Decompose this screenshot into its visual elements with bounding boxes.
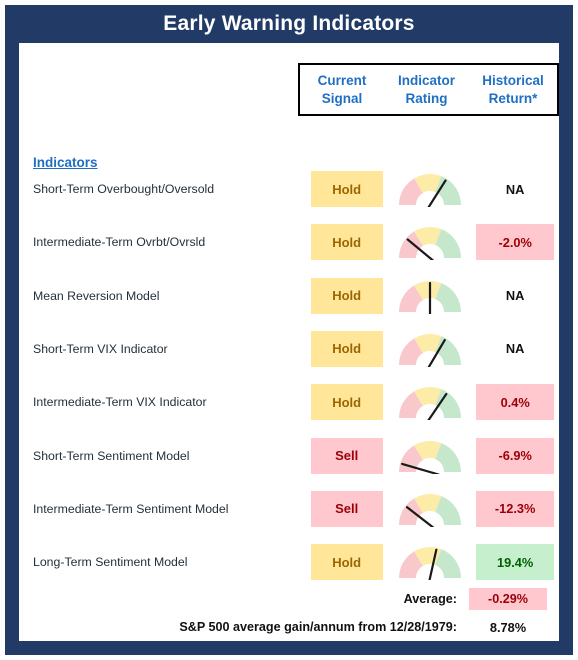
gauge-icon xyxy=(398,174,461,207)
indicator-rating-cell xyxy=(389,438,472,474)
indicator-name: Short-Term Sentiment Model xyxy=(33,448,190,463)
gauge-icon xyxy=(398,493,461,527)
column-header-indicator-rating: Indicator Rating xyxy=(384,65,469,114)
column-header-line1: Historical xyxy=(482,72,544,88)
historical-return-value: 0.4% xyxy=(476,384,555,421)
historical-return-value: NA xyxy=(505,341,525,357)
gauge-icon xyxy=(398,280,461,314)
table-row: Intermediate-Term Ovrbt/Ovrsld Hold -2.0% xyxy=(19,221,559,263)
signal-badge: Hold xyxy=(310,384,383,421)
historical-return-cell: -12.3% xyxy=(471,490,559,527)
signal-badge: Sell xyxy=(310,490,383,527)
historical-return-cell: 19.4% xyxy=(471,544,559,581)
column-header-historical-return: Historical Return* xyxy=(469,65,557,114)
panel-title-bar: Early Warning Indicators xyxy=(5,5,573,43)
benchmark-label: S&P 500 average gain/annum from 12/28/19… xyxy=(179,620,457,634)
historical-return-cell: -6.9% xyxy=(471,437,559,474)
early-warning-indicators-panel: Early Warning Indicators Current Signal … xyxy=(5,5,573,655)
historical-return-cell: NA xyxy=(471,331,559,367)
gauge-icon xyxy=(398,227,461,261)
average-label: Average: xyxy=(403,592,457,606)
signal-badge: Hold xyxy=(310,277,383,314)
historical-return-value: -2.0% xyxy=(476,224,555,261)
indicator-rating-cell xyxy=(389,171,472,207)
column-header-box: Current Signal Indicator Rating Historic… xyxy=(298,63,559,116)
table-row: Intermediate-Term VIX Indicator Hold 0.4% xyxy=(19,381,559,423)
current-signal-cell: Sell xyxy=(305,437,389,474)
content-panel: Current Signal Indicator Rating Historic… xyxy=(19,43,559,641)
indicator-name: Short-Term Overbought/Oversold xyxy=(33,182,215,196)
table-row: Short-Term Overbought/Oversold Hold NA xyxy=(19,168,559,210)
indicator-name: Intermediate-Term Ovrbt/Ovrsld xyxy=(33,235,206,250)
indicator-rating-cell xyxy=(389,384,472,421)
current-signal-cell: Hold xyxy=(305,384,389,421)
average-value: -0.29% xyxy=(469,588,547,610)
indicator-rating-cell xyxy=(389,224,472,261)
column-header-line2: Rating xyxy=(405,90,448,106)
indicator-rating-cell xyxy=(389,491,472,527)
historical-return-value: -6.9% xyxy=(476,437,555,474)
table-row: Short-Term VIX Indicator Hold NA xyxy=(19,328,559,370)
signal-badge: Hold xyxy=(310,171,383,207)
current-signal-cell: Hold xyxy=(305,171,389,207)
historical-return-cell: NA xyxy=(471,278,559,314)
column-header-current-signal: Current Signal xyxy=(300,65,384,114)
average-row: Average: -0.29% xyxy=(19,586,559,612)
historical-return-value: 19.4% xyxy=(476,544,555,581)
table-row: Mean Reversion Model Hold NA xyxy=(19,275,559,317)
historical-return-value: -12.3% xyxy=(476,490,555,527)
indicator-name: Long-Term Sentiment Model xyxy=(33,555,188,570)
indicator-name: Intermediate-Term VIX Indicator xyxy=(33,395,207,410)
historical-return-cell: -2.0% xyxy=(471,224,559,261)
indicator-name: Short-Term VIX Indicator xyxy=(33,341,168,356)
signal-badge: Hold xyxy=(310,544,383,581)
signal-badge: Hold xyxy=(310,224,383,261)
table-row: Intermediate-Term Sentiment Model Sell -12… xyxy=(19,488,559,530)
historical-return-value: NA xyxy=(505,181,525,197)
column-header-line1: Indicator xyxy=(397,72,455,88)
historical-return-value: NA xyxy=(505,288,525,304)
current-signal-cell: Hold xyxy=(305,224,389,261)
historical-return-cell: NA xyxy=(471,171,559,207)
benchmark-row: S&P 500 average gain/annum from 12/28/19… xyxy=(19,615,559,639)
gauge-icon xyxy=(398,333,461,367)
indicator-rating-cell xyxy=(389,544,472,581)
indicator-rating-cell xyxy=(389,278,472,314)
indicator-name: Mean Reversion Model xyxy=(33,288,160,303)
current-signal-cell: Hold xyxy=(305,330,389,367)
gauge-icon xyxy=(398,387,461,421)
indicator-name: Intermediate-Term Sentiment Model xyxy=(33,501,229,516)
benchmark-value: 8.78% xyxy=(489,619,527,635)
indicator-rating-cell xyxy=(389,331,472,367)
current-signal-cell: Hold xyxy=(305,277,389,314)
signal-badge: Sell xyxy=(310,437,383,474)
current-signal-cell: Sell xyxy=(305,490,389,527)
column-header-line1: Current xyxy=(317,72,367,88)
gauge-icon xyxy=(398,547,461,581)
historical-return-cell: 0.4% xyxy=(471,384,559,421)
table-row: Short-Term Sentiment Model Sell -6.9% xyxy=(19,435,559,477)
column-header-line2: Return* xyxy=(488,90,538,106)
gauge-icon xyxy=(398,440,461,474)
column-header-line2: Signal xyxy=(321,90,363,106)
table-row: Long-Term Sentiment Model Hold 19.4% xyxy=(19,541,559,583)
current-signal-cell: Hold xyxy=(305,544,389,581)
signal-badge: Hold xyxy=(310,330,383,367)
page-title: Early Warning Indicators xyxy=(163,12,415,35)
